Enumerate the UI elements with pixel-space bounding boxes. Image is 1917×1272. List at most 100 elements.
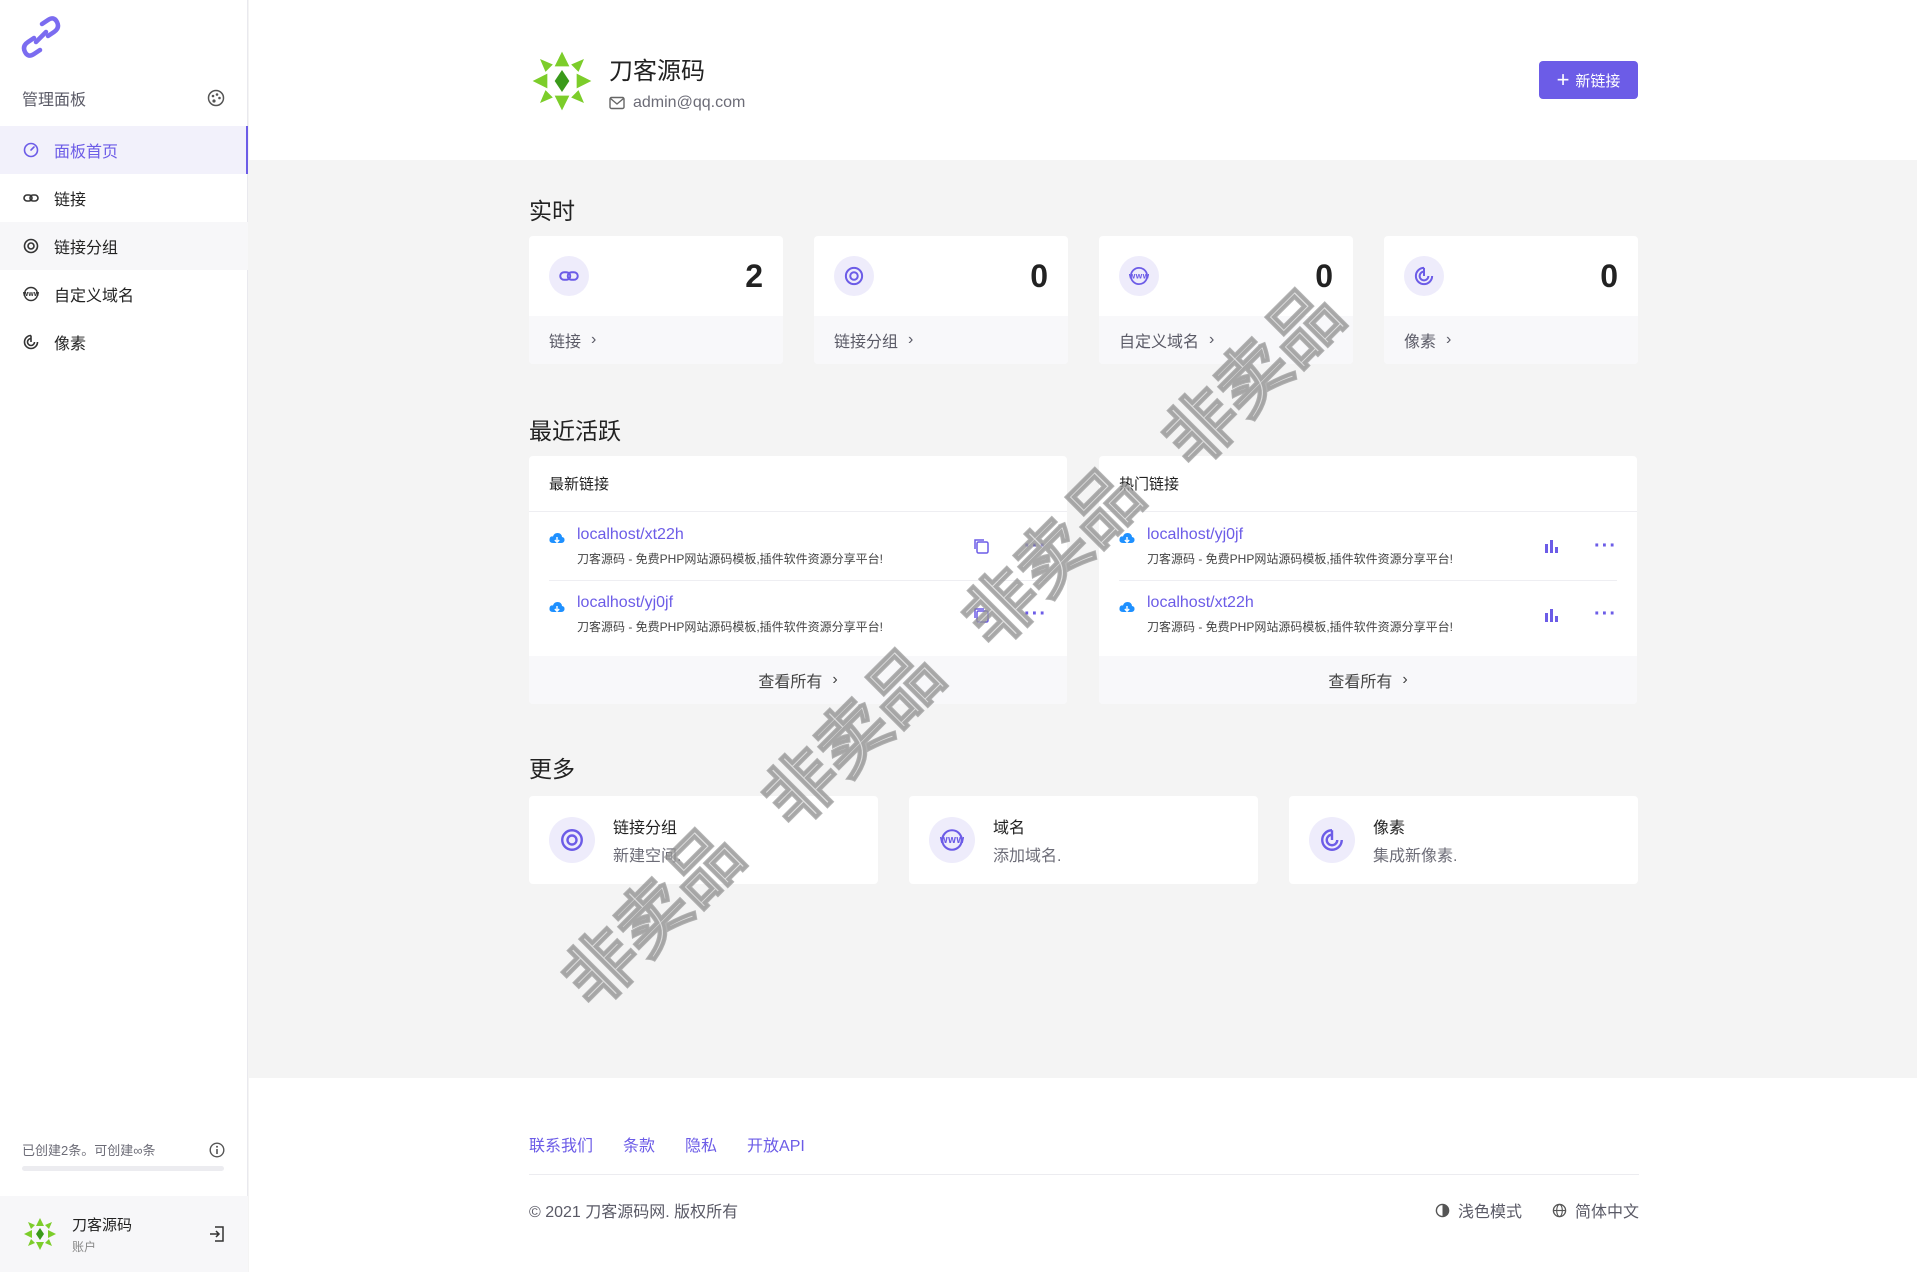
plus-icon: + [1556, 67, 1570, 92]
logout-icon[interactable] [208, 1225, 226, 1243]
copy-icon[interactable] [972, 537, 990, 555]
short-link[interactable]: localhost/yj0jf [577, 594, 883, 612]
target-icon [834, 256, 874, 296]
stat-link-links[interactable]: 链接 › [529, 316, 783, 364]
footer-link-terms[interactable]: 条款 [623, 1132, 655, 1156]
sidebar-item-label: 像素 [54, 336, 87, 353]
link-description: 刀客源码 - 免费PHP网站源码模板,插件软件资源分享平台! [577, 620, 884, 634]
more-card-subtitle: 添加域名. [993, 848, 1062, 865]
sidebar-nav: 面板首页 链接 链接分组 WWW 自定义域名 像素 [0, 126, 248, 366]
list-item: localhost/yj0jf 刀客源码 - 免费PHP网站源码模板,插件软件资… [1119, 512, 1617, 580]
pixel-icon [1404, 256, 1444, 296]
stat-label: 自定义域名 [1119, 334, 1200, 351]
link-description: 刀客源码 - 免费PHP网站源码模板,插件软件资源分享平台! [1147, 620, 1454, 634]
short-link[interactable]: localhost/yj0jf [1147, 526, 1453, 544]
link-logo-icon[interactable] [20, 16, 62, 58]
more-card-link-groups[interactable]: 链接分组 新建空间. [529, 796, 878, 884]
cloud-download-icon [549, 533, 565, 544]
view-all-popular-button[interactable]: 查看所有 › [1099, 656, 1637, 704]
popular-links-title: 热门链接 [1099, 456, 1637, 512]
more-options-icon[interactable]: ··· [1024, 535, 1047, 558]
footer-link-api[interactable]: 开放API [747, 1132, 805, 1156]
view-all-label: 查看所有 [1328, 674, 1393, 691]
more-options-icon[interactable]: ··· [1594, 535, 1617, 558]
bar-chart-icon[interactable] [1542, 537, 1560, 555]
short-link[interactable]: localhost/xt22h [577, 526, 883, 544]
footer-link-contact[interactable]: 联系我们 [529, 1132, 593, 1156]
www-icon: WWW [1119, 256, 1159, 296]
pixel-icon [22, 333, 40, 351]
page-header: 刀客源码 admin@qq.com + 新链接 [249, 0, 1917, 160]
new-link-button[interactable]: + 新链接 [1539, 61, 1638, 99]
stat-label: 链接分组 [834, 334, 899, 351]
more-card-pixels[interactable]: 像素 集成新像素. [1289, 796, 1638, 884]
site-identity: 刀客源码 admin@qq.com [529, 48, 745, 114]
bar-chart-icon[interactable] [1542, 606, 1560, 624]
copy-icon[interactable] [972, 606, 990, 624]
user-email: admin@qq.com [609, 94, 745, 112]
view-all-latest-button[interactable]: 查看所有 › [529, 656, 1067, 704]
more-title: 更多 [529, 756, 575, 782]
svg-text:WWW: WWW [23, 292, 39, 298]
more-card-domains[interactable]: WWW 域名 添加域名. [909, 796, 1258, 884]
footer-link-privacy[interactable]: 隐私 [685, 1132, 717, 1156]
chevron-right-icon: › [908, 331, 914, 348]
theme-label: 浅色模式 [1457, 1204, 1522, 1221]
stat-link-pixels[interactable]: 像素 › [1384, 316, 1638, 364]
sidebar-item-links[interactable]: 链接 [0, 174, 248, 222]
stat-value: 0 [1030, 257, 1048, 294]
more-options-icon[interactable]: ··· [1594, 603, 1617, 626]
realtime-title: 实时 [529, 198, 575, 224]
account-panel[interactable]: 刀客源码 账户 [0, 1196, 248, 1272]
chevron-right-icon: › [1402, 671, 1408, 688]
quota-progress-bar [22, 1166, 224, 1171]
pixel-icon [1309, 817, 1355, 863]
link-description: 刀客源码 - 免费PHP网站源码模板,插件软件资源分享平台! [577, 551, 884, 566]
link-quota: 已创建2条。可创建∞条 [22, 1140, 225, 1159]
latest-links-title: 最新链接 [529, 456, 1067, 512]
cloud-download-icon [1119, 533, 1135, 544]
stat-link-link-groups[interactable]: 链接分组 › [814, 316, 1068, 364]
footer-controls: 浅色模式 简体中文 [1435, 1198, 1639, 1222]
site-name: 刀客源码 [609, 57, 705, 85]
sidebar-item-custom-domains[interactable]: WWW 自定义域名 [0, 270, 248, 318]
www-icon: WWW [22, 285, 40, 303]
palette-icon[interactable] [207, 89, 225, 107]
account-info: 刀客源码 账户 [72, 1214, 132, 1255]
email-text: admin@qq.com [633, 93, 746, 111]
globe-icon [1552, 1203, 1567, 1217]
more-card-subtitle: 集成新像素. [1373, 848, 1458, 865]
short-link[interactable]: localhost/xt22h [1147, 594, 1453, 612]
quota-text: 已创建2条。可创建∞条 [22, 1143, 156, 1158]
link-icon [549, 256, 589, 296]
sidebar-item-label: 自定义域名 [54, 288, 135, 305]
sidebar-item-pixels[interactable]: 像素 [0, 318, 248, 366]
target-icon [549, 817, 595, 863]
www-icon: WWW [929, 817, 975, 863]
page-footer: 联系我们 条款 隐私 开放API © 2021 刀客源码网. 版权所有 浅色模式… [249, 1078, 1917, 1272]
chevron-right-icon: › [1209, 331, 1215, 348]
language-selector[interactable]: 简体中文 [1552, 1198, 1639, 1222]
sidebar-item-dashboard[interactable]: 面板首页 [0, 126, 248, 174]
more-options-icon[interactable]: ··· [1024, 603, 1047, 626]
svg-text:WWW: WWW [940, 836, 964, 845]
stat-link-custom-domains[interactable]: 自定义域名 › [1099, 316, 1353, 364]
popular-links-card: 热门链接 localhost/yj0jf 刀客源码 - 免费PHP网站源码模板,… [1099, 456, 1637, 704]
half-circle-icon [1435, 1203, 1450, 1217]
sidebar-item-link-groups[interactable]: 链接分组 [0, 222, 248, 270]
latest-links-card: 最新链接 localhost/xt22h 刀客源码 - 免费PHP网站源码模板,… [529, 456, 1067, 704]
sidebar-item-label: 面板首页 [54, 144, 119, 161]
view-all-label: 查看所有 [758, 674, 823, 691]
recent-activity-title: 最近活跃 [529, 418, 621, 444]
cloud-download-icon [1119, 602, 1135, 613]
target-icon [22, 237, 40, 255]
stat-value: 0 [1600, 257, 1618, 294]
cloud-download-icon [549, 602, 565, 613]
chevron-right-icon: › [591, 331, 597, 348]
more-card-title: 像素 [1373, 820, 1406, 837]
stat-value: 2 [745, 257, 763, 294]
stat-value: 0 [1315, 257, 1333, 294]
theme-toggle[interactable]: 浅色模式 [1435, 1198, 1522, 1222]
stat-card-custom-domains: WWW 0 自定义域名 › [1099, 236, 1353, 364]
info-icon[interactable] [209, 1141, 225, 1158]
